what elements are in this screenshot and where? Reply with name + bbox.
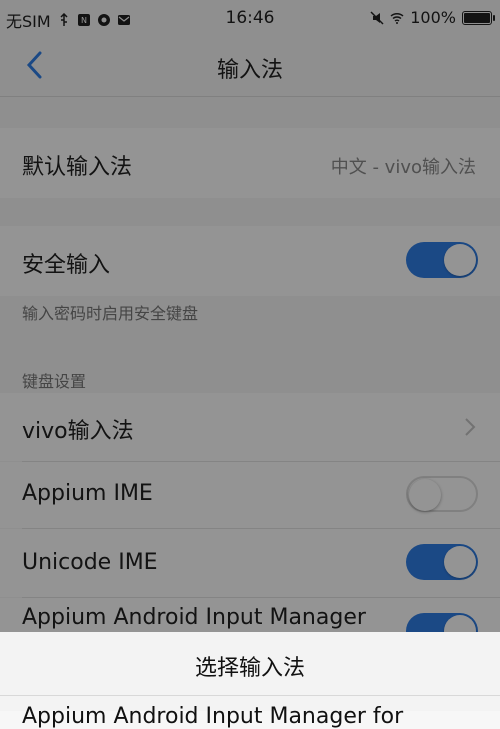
sheet-option-appium-input-manager[interactable]: Appium Android Input Manager for bbox=[22, 704, 403, 729]
sheet-title: 选择输入法 bbox=[194, 656, 305, 681]
sheet-divider bbox=[0, 695, 500, 696]
ime-picker-sheet: 选择输入法 Appium Android Input Manager for bbox=[0, 632, 500, 729]
modal-overlay[interactable] bbox=[0, 0, 500, 711]
